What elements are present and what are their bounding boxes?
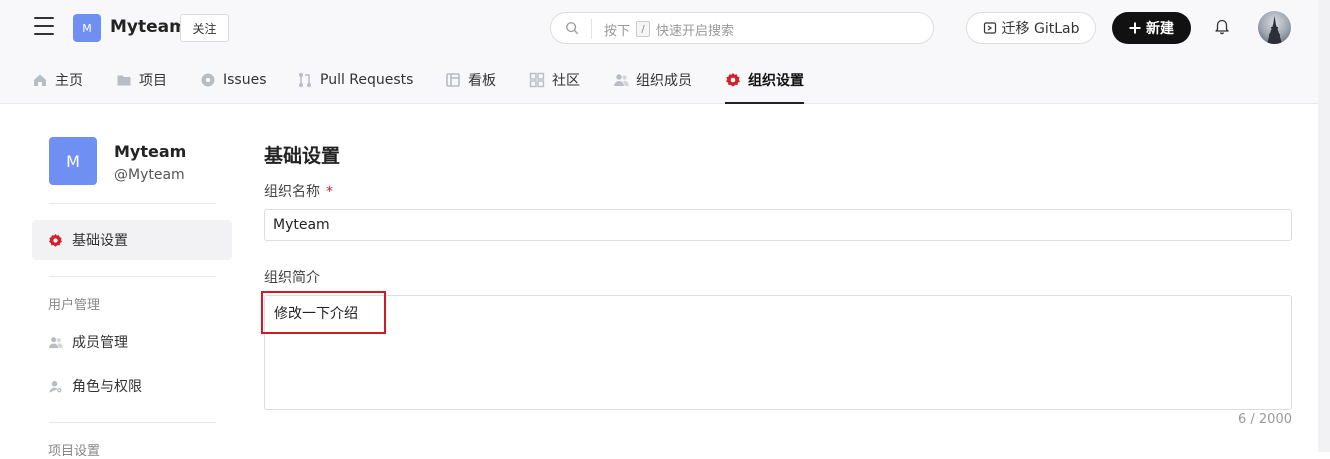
required-mark: *: [326, 184, 333, 200]
sidebar-divider: [49, 203, 216, 204]
user-avatar[interactable]: [1258, 11, 1291, 44]
sidebar-divider: [49, 276, 216, 277]
page-title: 基础设置: [264, 145, 341, 167]
org-nav-bar: 主页 项目 Issues Pull Requests 看板 社区 组织成员 组织…: [0, 55, 1330, 104]
home-icon: [34, 74, 46, 86]
community-icon: [529, 72, 545, 87]
sidebar-org-handle: @Myteam: [114, 167, 185, 183]
search-divider: [591, 19, 592, 39]
issue-icon: [201, 73, 215, 86]
tab-board-label: 看板: [468, 72, 496, 89]
tab-issues-label: Issues: [223, 71, 267, 88]
tab-members-label: 组织成员: [636, 72, 692, 89]
members-icon: [48, 336, 63, 348]
org-name[interactable]: Myteam: [110, 17, 187, 37]
settings-gear-icon: [48, 233, 63, 247]
user-key-icon: [49, 380, 62, 393]
tab-community-label: 社区: [552, 72, 580, 89]
bell-icon[interactable]: [1213, 17, 1231, 35]
sidebar-item-roles-permissions[interactable]: 角色与权限: [32, 366, 232, 406]
tab-members[interactable]: 组织成员: [613, 55, 692, 104]
folder-icon: [117, 75, 131, 85]
org-avatar[interactable]: M: [73, 14, 101, 42]
tab-issues[interactable]: Issues: [200, 55, 267, 104]
settings-sidebar: M Myteam @Myteam 基础设置 用户管理 成员管理 角色与权限 项目…: [32, 104, 232, 459]
members-icon: [614, 73, 629, 86]
search-icon: [566, 22, 579, 35]
tab-community[interactable]: 社区: [529, 55, 580, 104]
board-icon: [446, 72, 460, 87]
sidebar-section-user-management: 用户管理: [48, 298, 101, 313]
sidebar-divider: [49, 422, 216, 423]
pull-request-icon: [299, 72, 311, 87]
tab-pull-requests-label: Pull Requests: [320, 71, 414, 88]
search-hint-suffix: 快速开启搜索: [656, 23, 735, 39]
search-hint: 按下 / 快速开启搜索: [604, 19, 734, 39]
sidebar-item-label: 角色与权限: [72, 379, 142, 395]
tab-home[interactable]: 主页: [32, 55, 83, 104]
sidebar-item-member-management[interactable]: 成员管理: [32, 322, 232, 362]
scrollbar-track[interactable]: [1318, 0, 1330, 452]
tab-projects-label: 项目: [139, 72, 167, 89]
highlight-box: [261, 291, 386, 334]
tab-projects[interactable]: 项目: [116, 55, 167, 104]
org-name-label: 组织名称 *: [264, 181, 333, 201]
sidebar-item-label: 基础设置: [72, 233, 128, 249]
top-bar: M Myteam 关注 按下 / 快速开启搜索 迁移 GitLab 新建: [0, 0, 1330, 55]
char-counter: 6 / 2000: [1238, 412, 1292, 427]
migrate-gitlab-button[interactable]: 迁移 GitLab: [966, 12, 1096, 44]
tab-settings[interactable]: 组织设置: [725, 55, 804, 104]
follow-button[interactable]: 关注: [180, 14, 229, 42]
tab-settings-label: 组织设置: [748, 72, 804, 89]
settings-gear-icon: [726, 72, 740, 87]
org-intro-label: 组织简介: [264, 270, 320, 286]
org-name-value: Myteam: [273, 217, 330, 233]
org-avatar-large: M: [49, 137, 97, 185]
sidebar-org-name: Myteam: [114, 142, 187, 161]
avatar-photo: [1267, 16, 1282, 44]
import-icon: [983, 22, 996, 34]
org-intro-textarea[interactable]: 修改一下介绍: [264, 295, 1292, 410]
org-name-field[interactable]: Myteam: [264, 209, 1292, 241]
sidebar-section-project-settings: 项目设置: [48, 444, 101, 459]
migrate-gitlab-label: 迁移 GitLab: [1001, 21, 1080, 37]
tab-board[interactable]: 看板: [445, 55, 496, 104]
new-button-label: 新建: [1146, 21, 1174, 37]
menu-icon[interactable]: [34, 17, 54, 37]
tab-home-label: 主页: [55, 72, 83, 89]
search-shortcut-key: /: [636, 21, 651, 37]
plus-icon: [1129, 22, 1141, 34]
tab-pull-requests[interactable]: Pull Requests: [297, 55, 413, 104]
org-name-label-text: 组织名称: [264, 184, 320, 200]
search-input[interactable]: 按下 / 快速开启搜索: [550, 12, 934, 44]
sidebar-item-label: 成员管理: [72, 335, 128, 351]
new-button[interactable]: 新建: [1112, 12, 1191, 44]
search-hint-prefix: 按下: [604, 23, 631, 39]
sidebar-item-basic-settings[interactable]: 基础设置: [32, 220, 232, 260]
